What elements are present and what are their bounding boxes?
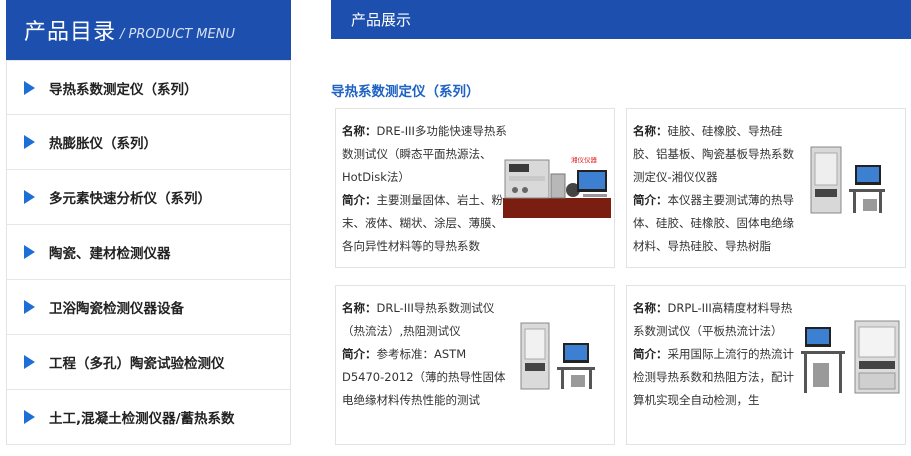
menu-item-thermal-conductivity[interactable]: 导热系数测定仪（系列） xyxy=(7,60,290,115)
product-card-text: 名称：DRE-III多功能快速导热系数测试仪（瞬态平面热源法、HotDisk法）… xyxy=(342,120,507,262)
menu-item-element-analyzer[interactable]: 多元素快速分析仪（系列） xyxy=(7,170,290,225)
menu-item-label: 导热系数测定仪（系列） xyxy=(49,81,198,98)
menu-item-dilatometer[interactable]: 热膨胀仪（系列） xyxy=(7,115,290,170)
name-label: 名称： xyxy=(342,124,377,138)
play-arrow-icon xyxy=(24,80,35,95)
product-card-text: 名称：DRPL-III高精度材料导热系数测试仪（平板热流计法） 简介：采用国际上… xyxy=(633,297,798,439)
intro-label: 简介： xyxy=(342,347,377,361)
product-image[interactable] xyxy=(517,319,599,393)
product-card[interactable]: 名称：DRL-III导热系数测试仪（热流法）,热阻测试仪 简介：参考标准：AST… xyxy=(335,285,615,445)
menu-item-label: 热膨胀仪（系列） xyxy=(49,136,157,152)
menu-item-porous-ceramics[interactable]: 工程（多孔）陶瓷试验检测仪 xyxy=(7,335,290,390)
page: 产品目录 / PRODUCT MENU 导热系数测定仪（系列） 热膨胀仪（系列）… xyxy=(0,0,911,456)
product-menu-title: 产品目录 xyxy=(24,20,117,45)
play-arrow-icon xyxy=(24,410,35,424)
play-arrow-icon xyxy=(24,190,35,204)
intro-label: 简介： xyxy=(342,193,377,207)
name-label: 名称： xyxy=(633,301,668,315)
product-image[interactable] xyxy=(799,317,903,397)
name-label: 名称： xyxy=(342,301,377,315)
play-arrow-icon xyxy=(24,355,35,369)
intro-label: 简介： xyxy=(633,347,668,361)
product-menu-subtitle: / PRODUCT MENU xyxy=(120,26,235,42)
product-showcase-header: 产品展示 xyxy=(331,0,911,39)
menu-item-ceramics-building[interactable]: 陶瓷、建材检测仪器 xyxy=(7,225,290,280)
menu-item-sanitary-ceramics[interactable]: 卫浴陶瓷检测仪器设备 xyxy=(7,280,290,335)
intro-label: 简介： xyxy=(633,193,668,207)
product-card[interactable]: 名称：DRE-III多功能快速导热系数测试仪（瞬态平面热源法、HotDisk法）… xyxy=(335,108,615,268)
product-image[interactable] xyxy=(807,143,889,217)
play-arrow-icon xyxy=(24,135,35,149)
image-watermark: 湘仪仪器 xyxy=(571,155,598,164)
product-showcase: 产品展示 导热系数测定仪（系列） 名称：DRE-III多功能快速导热系数测试仪（… xyxy=(331,0,911,456)
product-card[interactable]: 名称：硅胶、硅橡胶、导热硅胶、铝基板、陶瓷基板导热系数测定仪-湘仪仪器 简介：本… xyxy=(626,108,906,268)
category-title-link[interactable]: 导热系数测定仪（系列） xyxy=(331,80,480,100)
menu-item-label: 多元素快速分析仪（系列） xyxy=(49,191,211,207)
product-menu-header: 产品目录 / PRODUCT MENU xyxy=(6,0,291,60)
menu-item-label: 工程（多孔）陶瓷试验检测仪 xyxy=(49,356,225,372)
menu-item-label: 陶瓷、建材检测仪器 xyxy=(49,246,171,262)
product-menu-sidebar: 产品目录 / PRODUCT MENU 导热系数测定仪（系列） 热膨胀仪（系列）… xyxy=(6,0,291,456)
product-menu-list: 导热系数测定仪（系列） 热膨胀仪（系列） 多元素快速分析仪（系列） 陶瓷、建材检… xyxy=(6,60,291,445)
product-card[interactable]: 名称：DRPL-III高精度材料导热系数测试仪（平板热流计法） 简介：采用国际上… xyxy=(626,285,906,445)
product-card-text: 名称：硅胶、硅橡胶、导热硅胶、铝基板、陶瓷基板导热系数测定仪-湘仪仪器 简介：本… xyxy=(633,120,798,262)
product-showcase-title: 产品展示 xyxy=(351,11,412,29)
menu-item-label: 卫浴陶瓷检测仪器设备 xyxy=(49,301,184,317)
name-label: 名称： xyxy=(633,124,668,138)
menu-item-geotechnical-concrete[interactable]: 土工,混凝土检测仪器/蓄热系数 xyxy=(7,390,290,445)
product-image[interactable]: 湘仪仪器 xyxy=(503,152,611,218)
menu-item-label: 土工,混凝土检测仪器/蓄热系数 xyxy=(49,411,235,427)
play-arrow-icon xyxy=(24,300,35,314)
play-arrow-icon xyxy=(24,245,35,259)
product-card-text: 名称：DRL-III导热系数测试仪（热流法）,热阻测试仪 简介：参考标准：AST… xyxy=(342,297,507,439)
